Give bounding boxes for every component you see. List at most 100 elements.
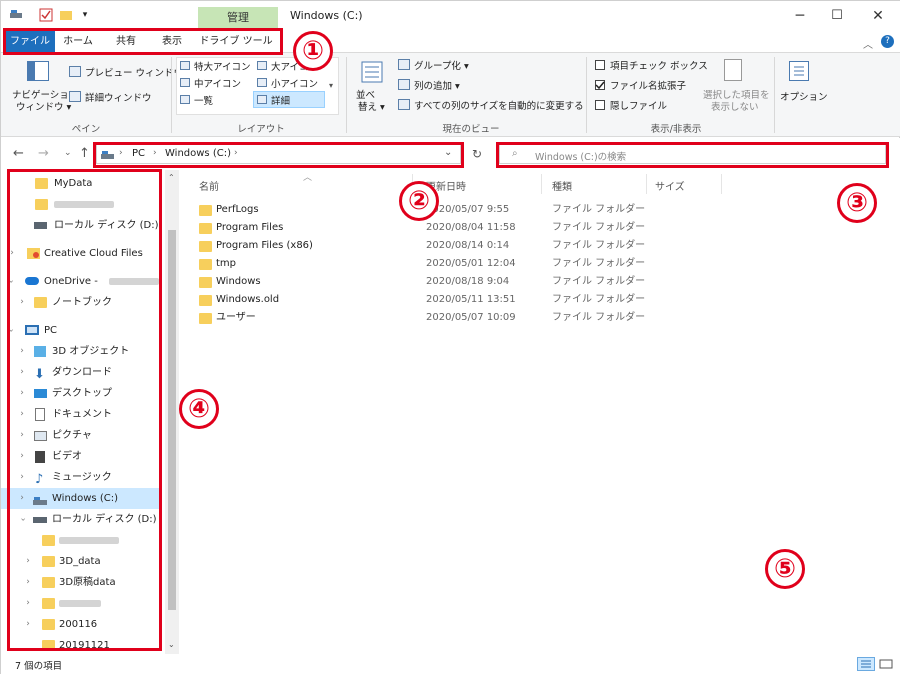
chevron-right-icon[interactable]: › <box>17 425 27 446</box>
nav-item-mydata[interactable]: MyData <box>1 173 161 194</box>
breadcrumb-pc[interactable]: PC <box>132 148 145 159</box>
close-button[interactable]: ✕ <box>855 1 900 31</box>
column-header-size[interactable]: サイズ <box>655 178 685 193</box>
details-view-icon[interactable] <box>857 657 875 671</box>
item-check-boxes-checkbox[interactable] <box>595 60 605 70</box>
nav-item-creative-cloud[interactable]: › Creative Cloud Files <box>1 243 161 264</box>
chevron-right-icon[interactable]: › <box>17 341 27 362</box>
nav-item-windows-c[interactable]: › Windows (C:) <box>1 488 161 509</box>
scrollbar-thumb[interactable] <box>168 230 176 610</box>
nav-item-20191121[interactable]: 20191121 <box>1 635 161 654</box>
nav-item-200116[interactable]: › 200116 <box>1 614 161 635</box>
refresh-icon[interactable]: ↻ <box>472 147 482 161</box>
recent-locations-icon[interactable]: ⌄ <box>64 148 72 158</box>
breadcrumb-windows-c[interactable]: Windows (C:) <box>165 148 231 159</box>
layout-more-icon[interactable]: ▾ <box>329 81 333 90</box>
file-row[interactable]: ユーザー 2020/05/07 10:09 ファイル フォルダー <box>195 309 715 327</box>
navigation-pane-icon[interactable] <box>27 61 49 81</box>
chevron-down-icon[interactable]: › <box>12 515 33 525</box>
tab-home[interactable]: ホーム <box>55 31 101 53</box>
nav-item-blurred[interactable] <box>1 530 161 551</box>
chevron-right-icon[interactable]: › <box>17 292 27 313</box>
details-pane-button[interactable]: 詳細ウィンドウ <box>85 90 152 104</box>
column-divider[interactable] <box>646 174 647 194</box>
layout-details[interactable]: 詳細 <box>271 93 290 107</box>
up-arrow-icon[interactable]: ↑ <box>79 146 90 161</box>
hidden-items-checkbox[interactable] <box>595 100 605 110</box>
new-folder-icon[interactable] <box>59 8 73 22</box>
chevron-right-icon[interactable]: › <box>17 446 27 467</box>
column-header-name[interactable]: 名前 <box>199 178 219 193</box>
preview-pane-button[interactable]: プレビュー ウィンドウ <box>85 65 183 79</box>
layout-small-icons[interactable]: 小アイコン <box>271 76 318 90</box>
tab-view[interactable]: 表示 <box>151 31 193 53</box>
nav-item-3d-genko-data[interactable]: › 3D原稿data <box>1 572 161 593</box>
file-row[interactable]: Program Files 2020/08/04 11:58 ファイル フォルダ… <box>195 219 715 237</box>
chevron-right-icon[interactable]: › <box>17 488 27 509</box>
chevron-right-icon[interactable]: › <box>17 383 27 404</box>
customize-quick-access-icon[interactable]: ▾ <box>78 8 92 22</box>
file-name-extensions-checkbox[interactable] <box>595 80 605 90</box>
collapse-ribbon-icon[interactable]: ︿ <box>863 36 873 51</box>
layout-list[interactable]: 一覧 <box>194 93 213 107</box>
nav-item-blurred[interactable] <box>1 194 161 215</box>
file-row[interactable]: Windows 2020/08/18 9:04 ファイル フォルダー <box>195 273 715 291</box>
nav-item-desktop[interactable]: › デスクトップ <box>1 383 161 404</box>
options-button[interactable]: オプション <box>780 89 828 103</box>
nav-item-pictures[interactable]: › ピクチャ <box>1 425 161 446</box>
help-icon[interactable]: ? <box>881 35 894 48</box>
nav-item-blurred[interactable]: › <box>1 593 161 614</box>
chevron-down-icon[interactable]: › <box>1 326 21 336</box>
sort-by-dropdown[interactable]: 替え ▾ <box>358 99 385 113</box>
add-columns-button[interactable]: 列の追加 ▾ <box>414 78 460 92</box>
nav-item-local-disk-d-pinned[interactable]: ローカル ディスク (D:) <box>1 215 161 236</box>
navigation-pane-dropdown[interactable]: ウィンドウ ▾ <box>16 99 71 113</box>
chevron-right-icon[interactable]: › <box>17 362 27 383</box>
nav-item-downloads[interactable]: › ⬇ ダウンロード <box>1 362 161 383</box>
nav-item-videos[interactable]: › ビデオ <box>1 446 161 467</box>
size-all-columns-button[interactable]: すべての列のサイズを自動的に変更する <box>414 98 584 112</box>
nav-item-3d-objects[interactable]: › 3D オブジェクト <box>1 341 161 362</box>
chevron-right-icon[interactable]: › <box>23 593 33 614</box>
group-by-button[interactable]: グループ化 ▾ <box>414 58 469 72</box>
file-row[interactable]: Windows.old 2020/05/11 13:51 ファイル フォルダー <box>195 291 715 309</box>
nav-item-notebook[interactable]: › ノートブック <box>1 292 161 313</box>
context-tab-manage[interactable]: 管理 <box>198 7 278 29</box>
hide-selected-label-2[interactable]: 表示しない <box>711 99 759 113</box>
tab-share[interactable]: 共有 <box>101 31 151 53</box>
properties-icon[interactable] <box>39 8 53 22</box>
scroll-down-icon[interactable]: ⌄ <box>168 640 175 649</box>
nav-item-music[interactable]: › ♪ ミュージック <box>1 467 161 488</box>
chevron-down-icon[interactable]: › <box>1 277 21 287</box>
search-box[interactable]: ⌕ Windows (C:)の検索 <box>499 144 886 164</box>
column-divider[interactable] <box>541 174 542 194</box>
nav-item-3d-data[interactable]: › 3D_data <box>1 551 161 572</box>
column-divider[interactable] <box>721 174 722 194</box>
nav-item-pc[interactable]: › PC <box>1 320 161 341</box>
layout-medium-icons[interactable]: 中アイコン <box>194 76 241 90</box>
maximize-button[interactable]: ☐ <box>814 1 860 31</box>
nav-item-documents[interactable]: › ドキュメント <box>1 404 161 425</box>
address-bar[interactable]: › PC › Windows (C:) › ⌄ <box>96 144 461 164</box>
address-history-chevron-icon[interactable]: ⌄ <box>444 147 452 158</box>
file-row[interactable]: PerfLogs 2020/05/07 9:55 ファイル フォルダー <box>195 201 715 219</box>
forward-arrow-icon[interactable]: → <box>38 146 49 161</box>
file-row[interactable]: Program Files (x86) 2020/08/14 0:14 ファイル… <box>195 237 715 255</box>
large-icons-view-icon[interactable] <box>878 657 894 671</box>
nav-item-local-disk-d[interactable]: › ローカル ディスク (D:) <box>1 509 161 530</box>
chevron-right-icon[interactable]: › <box>17 467 27 488</box>
file-row[interactable]: tmp 2020/05/01 12:04 ファイル フォルダー <box>195 255 715 273</box>
layout-extra-large-icons[interactable]: 特大アイコン <box>194 59 251 73</box>
nav-item-onedrive[interactable]: › OneDrive - <box>1 271 161 292</box>
chevron-right-icon[interactable]: › <box>23 572 33 593</box>
tab-file[interactable]: ファイル <box>5 31 55 53</box>
chevron-right-icon[interactable]: › <box>23 551 33 572</box>
chevron-right-icon[interactable]: › <box>7 243 17 264</box>
tab-drive-tools[interactable]: ドライブ ツール <box>193 31 279 53</box>
back-arrow-icon[interactable]: ← <box>13 146 24 161</box>
navigation-scrollbar[interactable]: ⌃ ⌄ <box>165 170 179 654</box>
column-header-type[interactable]: 種類 <box>552 178 572 193</box>
scroll-up-icon[interactable]: ⌃ <box>168 173 175 182</box>
chevron-right-icon[interactable]: › <box>23 614 33 635</box>
chevron-right-icon[interactable]: › <box>17 404 27 425</box>
